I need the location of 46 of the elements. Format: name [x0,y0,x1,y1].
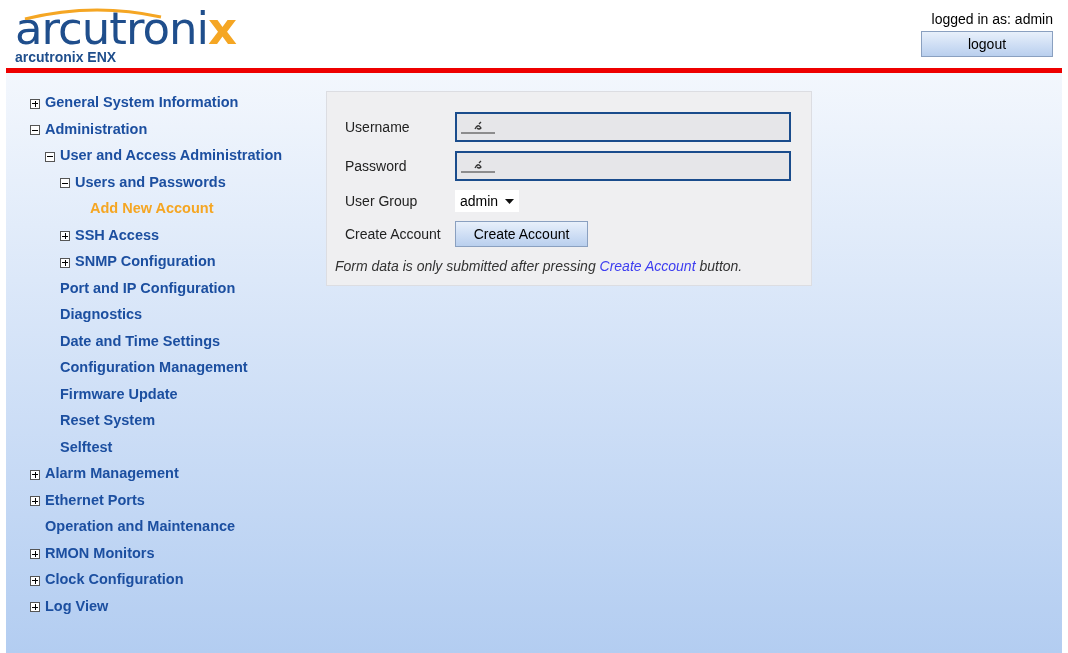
nav-item[interactable]: General System Information [45,92,239,115]
nav-item[interactable]: RMON Monitors [45,542,155,565]
expand-icon[interactable] [30,575,40,586]
nav-item[interactable]: Reset System [60,410,156,433]
nav-item[interactable]: SNMP Configuration [75,251,216,274]
expand-icon[interactable] [60,257,70,268]
nav-item[interactable]: SSH Access [75,224,160,247]
password-manager-icon[interactable] [461,120,495,134]
user-group-dropdown[interactable]: admin [455,190,520,212]
nav-item[interactable]: Port and IP Configuration [60,277,236,300]
field-label: Create Account [345,224,442,244]
collapse-icon[interactable] [45,151,55,162]
login-status: logged in as: admin [931,11,1053,27]
product-name: arcutronix ENX [15,50,118,64]
field-label: Password [345,156,408,176]
logout-button[interactable]: logout [921,31,1053,57]
nav-item[interactable]: Operation and Maintenance [45,516,236,539]
create-account-link[interactable]: Create Account [599,258,696,274]
expand-icon[interactable] [60,231,70,242]
nav-item[interactable]: Ethernet Ports [45,489,145,512]
nav-item[interactable]: Selftest [60,436,113,459]
nav-item[interactable]: Firmware Update [60,383,178,406]
form-note: Form data is only submitted after pressing Create Account button. [335,257,744,276]
field-label: Username [345,117,411,137]
field-label: User Group [345,191,419,211]
username-field[interactable] [455,112,791,142]
nav-item[interactable]: Diagnostics [60,304,143,327]
expand-icon[interactable] [30,98,40,109]
collapse-icon[interactable] [60,178,70,189]
collapse-icon[interactable] [30,125,40,136]
nav-item[interactable]: User and Access Administration [60,145,283,168]
nav-item[interactable]: Date and Time Settings [60,330,221,353]
expand-icon[interactable] [30,549,40,560]
caret-icon [505,198,515,204]
password-field[interactable] [455,151,791,181]
expand-icon[interactable] [30,469,40,480]
nav-item[interactable]: Administration [45,118,148,141]
nav-item[interactable]: Alarm Management [45,463,179,486]
nav-item[interactable]: Configuration Management [60,357,248,380]
password-manager-icon[interactable] [461,159,495,173]
nav-item[interactable]: Log View [45,595,109,618]
expand-icon[interactable] [30,496,40,507]
create-account-button[interactable]: Create Account [455,221,588,247]
expand-icon[interactable] [30,602,40,613]
nav-item[interactable]: Clock Configuration [45,569,184,592]
nav-item[interactable]: Users and Passwords [75,171,226,194]
